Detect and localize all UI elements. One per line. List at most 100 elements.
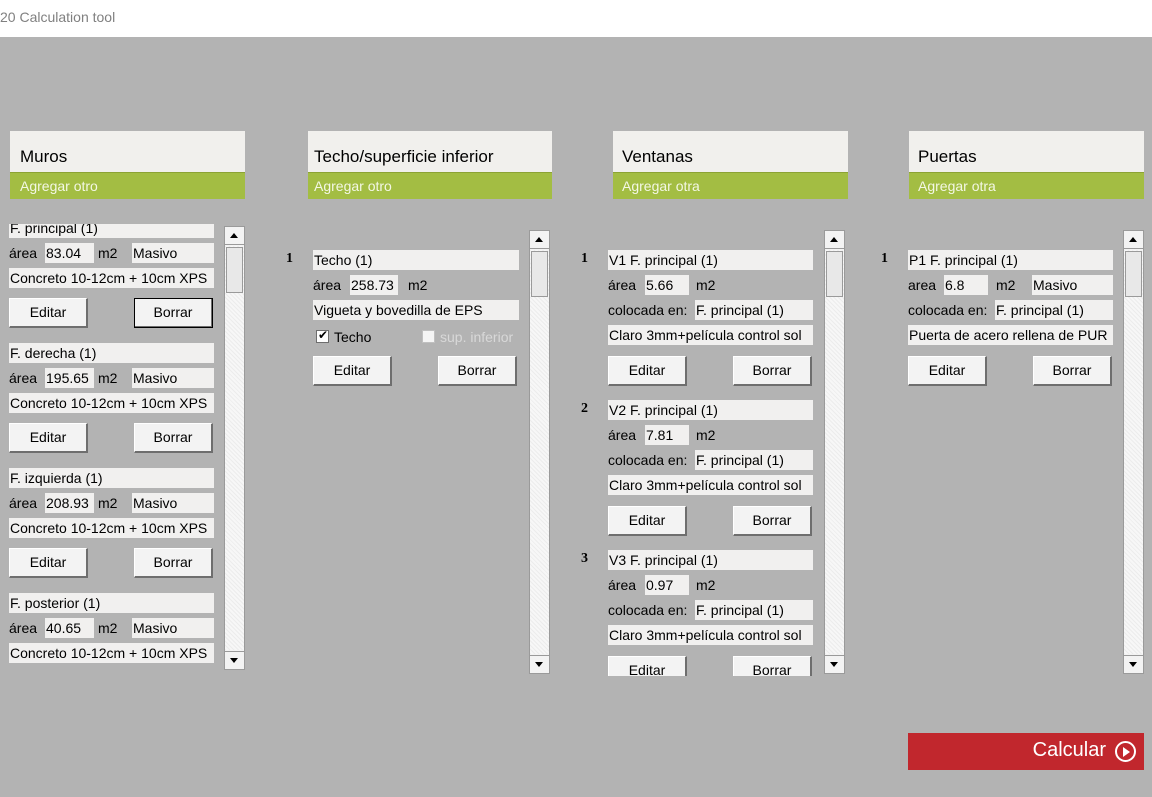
scroll-track[interactable] <box>530 250 549 654</box>
scroll-track[interactable] <box>825 250 844 654</box>
delete-button[interactable]: Borrar <box>733 356 812 386</box>
area-value: 7.81 <box>645 425 689 445</box>
area-label: área <box>9 370 38 386</box>
area-unit: m2 <box>98 245 118 261</box>
wall-type: Masivo <box>132 618 214 638</box>
wall-material: Concreto 10-12cm + 10cm XPS <box>9 393 214 413</box>
delete-button[interactable]: Borrar <box>438 356 517 386</box>
edit-button[interactable]: Editar <box>608 356 687 386</box>
edit-button[interactable]: Editar <box>9 423 88 453</box>
techo-title: Techo/superficie inferior <box>308 131 552 172</box>
placed-label: colocada en: <box>608 602 688 618</box>
puertas-scrollbar[interactable] <box>1123 230 1144 674</box>
scroll-thumb[interactable] <box>1125 251 1142 297</box>
placed-value: F. principal (1) <box>695 450 813 470</box>
area-label: área <box>313 277 342 293</box>
scroll-up-arrow-icon[interactable] <box>825 231 844 249</box>
scroll-down-arrow-icon[interactable] <box>225 651 244 669</box>
item-number: 1 <box>286 251 293 266</box>
wall-type: Masivo <box>132 368 214 388</box>
area-label: área <box>608 577 637 593</box>
puertas-add-button[interactable]: Agregar otra <box>909 172 1144 199</box>
scroll-thumb[interactable] <box>826 251 843 297</box>
techo-item-name: Techo (1) <box>313 250 519 270</box>
door-material: Puerta de acero rellena de PUR <box>908 325 1113 345</box>
ventanas-header: Ventanas Agregar otra <box>613 131 848 199</box>
area-unit: m2 <box>98 620 118 636</box>
muros-scrollbar[interactable] <box>224 226 245 670</box>
delete-button[interactable]: Borrar <box>1033 356 1112 386</box>
placed-label: colocada en: <box>608 452 688 468</box>
muros-item-name: F. principal (1) <box>9 224 214 238</box>
ventanas-add-button[interactable]: Agregar otra <box>613 172 848 199</box>
wall-type: Masivo <box>132 243 214 263</box>
area-unit: m2 <box>98 370 118 386</box>
scroll-down-arrow-icon[interactable] <box>1124 655 1143 673</box>
ventanas-title: Ventanas <box>613 131 848 172</box>
calculate-button[interactable]: Calcular <box>908 733 1144 770</box>
area-value: 258.73 <box>350 275 398 295</box>
delete-button[interactable]: Borrar <box>733 656 812 676</box>
area-unit: m2 <box>996 277 1016 293</box>
ventanas-scrollbar[interactable] <box>824 230 845 674</box>
scroll-track[interactable] <box>1124 250 1143 654</box>
wall-material: Concreto 10-12cm + 10cm XPS <box>9 268 214 288</box>
edit-button[interactable]: Editar <box>9 548 88 578</box>
scroll-down-arrow-icon[interactable] <box>530 655 549 673</box>
delete-button[interactable]: Borrar <box>134 423 213 453</box>
techo-scrollbar[interactable] <box>529 230 550 674</box>
placed-value: F. principal (1) <box>695 600 813 620</box>
scroll-thumb[interactable] <box>531 251 548 297</box>
edit-button[interactable]: Editar <box>608 656 687 676</box>
wall-material: Concreto 10-12cm + 10cm XPS <box>9 518 214 538</box>
placed-value: F. principal (1) <box>695 300 813 320</box>
area-unit: m2 <box>696 277 716 293</box>
edit-button[interactable]: Editar <box>908 356 987 386</box>
techo-checkbox[interactable] <box>316 328 329 343</box>
delete-button[interactable]: Borrar <box>134 548 213 578</box>
window-name: V3 F. principal (1) <box>608 550 813 570</box>
title-bar: 20 Calculation tool <box>0 0 1152 37</box>
muros-item-name: F. posterior (1) <box>9 593 214 613</box>
sup-inferior-checkbox-label: sup. inferior <box>440 329 514 345</box>
area-unit: m2 <box>408 277 428 293</box>
techo-checkbox-label: Techo <box>334 329 372 345</box>
wall-type: Masivo <box>132 493 214 513</box>
sup-inferior-checkbox[interactable] <box>422 330 435 343</box>
scroll-up-arrow-icon[interactable] <box>530 231 549 249</box>
edit-button[interactable]: Editar <box>9 298 88 328</box>
glass-type: Claro 3mm+película control sol <box>608 625 813 645</box>
item-number: 3 <box>581 551 588 566</box>
puertas-list: 1 P1 F. principal (1) area 6.8 m2 Masivo… <box>875 230 1125 674</box>
scroll-up-arrow-icon[interactable] <box>225 227 244 245</box>
ventanas-list: 1 V1 F. principal (1) área 5.66 m2 coloc… <box>575 230 825 676</box>
techo-header: Techo/superficie inferior Agregar otro <box>308 131 552 199</box>
scroll-down-arrow-icon[interactable] <box>825 655 844 673</box>
muros-header: Muros Agregar otro <box>10 131 245 199</box>
muros-item-name: F. izquierda (1) <box>9 468 214 488</box>
placed-label: colocada en: <box>608 302 688 318</box>
area-value: 0.97 <box>645 575 689 595</box>
area-label: área <box>608 277 637 293</box>
edit-button[interactable]: Editar <box>608 506 687 536</box>
area-unit: m2 <box>98 495 118 511</box>
scroll-up-arrow-icon[interactable] <box>1124 231 1143 249</box>
muros-add-button[interactable]: Agregar otro <box>10 172 245 199</box>
techo-add-button[interactable]: Agregar otro <box>308 172 552 199</box>
glass-type: Claro 3mm+película control sol <box>608 325 813 345</box>
scroll-track[interactable] <box>225 246 244 650</box>
delete-button[interactable]: Borrar <box>733 506 812 536</box>
area-label: área <box>9 495 38 511</box>
delete-button[interactable]: Borrar <box>134 298 213 328</box>
scroll-thumb[interactable] <box>226 247 243 293</box>
window-name: V2 F. principal (1) <box>608 400 813 420</box>
area-value: 40.65 <box>45 618 94 638</box>
wall-material: Concreto 10-12cm + 10cm XPS <box>9 643 214 663</box>
edit-button[interactable]: Editar <box>313 356 392 386</box>
roof-material: Vigueta y bovedilla de EPS <box>313 300 519 320</box>
muros-list: F. principal (1) área 83.04 m2 Masivo Co… <box>0 224 224 668</box>
puertas-header: Puertas Agregar otra <box>909 131 1144 199</box>
area-label: área <box>608 427 637 443</box>
placed-value: F. principal (1) <box>995 300 1113 320</box>
area-label: area <box>908 277 937 293</box>
